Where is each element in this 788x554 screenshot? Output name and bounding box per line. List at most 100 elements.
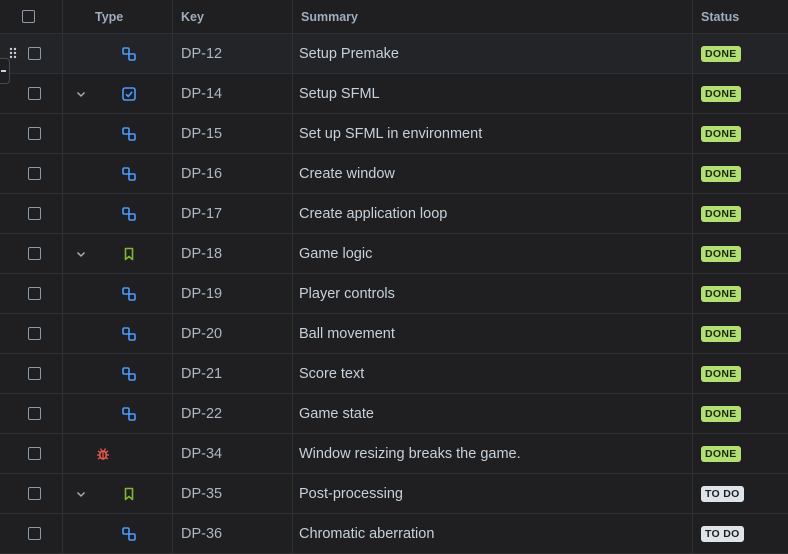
issue-key[interactable]: DP-35 bbox=[173, 474, 293, 513]
select-cell bbox=[0, 474, 63, 513]
row-checkbox[interactable] bbox=[27, 287, 41, 300]
status-cell: DONE bbox=[693, 114, 788, 153]
table-row[interactable]: DP-16 Create window DONE bbox=[0, 154, 788, 194]
status-cell: DONE bbox=[693, 194, 788, 233]
issue-summary[interactable]: Game logic bbox=[293, 234, 693, 273]
select-cell bbox=[0, 234, 63, 273]
issue-summary[interactable]: Set up SFML in environment bbox=[293, 114, 693, 153]
issue-key[interactable]: DP-17 bbox=[173, 194, 293, 233]
table-row[interactable]: DP-34 Window resizing breaks the game. D… bbox=[0, 434, 788, 474]
row-checkbox[interactable] bbox=[27, 407, 41, 420]
subtask-icon bbox=[122, 167, 136, 181]
status-badge[interactable]: DONE bbox=[701, 85, 741, 102]
issue-key[interactable]: DP-15 bbox=[173, 114, 293, 153]
status-badge[interactable]: DONE bbox=[701, 125, 741, 142]
type-cell bbox=[63, 394, 173, 433]
issue-summary[interactable]: Ball movement bbox=[293, 314, 693, 353]
select-cell bbox=[0, 394, 63, 433]
issue-key[interactable]: DP-21 bbox=[173, 354, 293, 393]
issue-key[interactable]: DP-12 bbox=[173, 34, 293, 73]
status-cell: DONE bbox=[693, 74, 788, 113]
type-cell bbox=[63, 354, 173, 393]
status-cell: TO DO bbox=[693, 514, 788, 553]
issue-summary[interactable]: Setup Premake bbox=[293, 34, 693, 73]
issue-summary[interactable]: Post-processing bbox=[293, 474, 693, 513]
select-all-cell bbox=[0, 0, 63, 33]
status-cell: DONE bbox=[693, 314, 788, 353]
status-badge[interactable]: DONE bbox=[701, 365, 741, 382]
row-checkbox[interactable] bbox=[27, 127, 41, 140]
table-row[interactable]: DP-18 Game logic DONE bbox=[0, 234, 788, 274]
issue-key[interactable]: DP-22 bbox=[173, 394, 293, 433]
subtask-icon bbox=[122, 367, 136, 381]
status-badge[interactable]: DONE bbox=[701, 285, 741, 302]
row-checkbox[interactable] bbox=[27, 327, 41, 340]
status-cell: DONE bbox=[693, 34, 788, 73]
select-cell bbox=[0, 114, 63, 153]
type-cell bbox=[63, 474, 173, 513]
status-badge[interactable]: DONE bbox=[701, 445, 741, 462]
table-row[interactable]: DP-21 Score text DONE bbox=[0, 354, 788, 394]
subtask-icon bbox=[122, 207, 136, 221]
status-badge[interactable]: DONE bbox=[701, 205, 741, 222]
table-row[interactable]: DP-12 Setup Premake DONE bbox=[0, 34, 788, 74]
row-checkbox[interactable] bbox=[27, 207, 41, 220]
status-badge[interactable]: DONE bbox=[701, 165, 741, 182]
story-icon bbox=[122, 487, 136, 501]
row-checkbox[interactable] bbox=[27, 527, 41, 540]
status-badge[interactable]: DONE bbox=[701, 405, 741, 422]
status-badge[interactable]: TO DO bbox=[701, 525, 744, 542]
table-row[interactable]: DP-22 Game state DONE bbox=[0, 394, 788, 434]
table-row[interactable]: DP-15 Set up SFML in environment DONE bbox=[0, 114, 788, 154]
issue-summary[interactable]: Player controls bbox=[293, 274, 693, 313]
chevron-down-icon[interactable] bbox=[75, 248, 87, 260]
column-header-key[interactable]: Key bbox=[173, 0, 293, 33]
issue-key[interactable]: DP-34 bbox=[173, 434, 293, 473]
collapse-panel-handle[interactable] bbox=[0, 58, 10, 84]
issue-key[interactable]: DP-18 bbox=[173, 234, 293, 273]
issue-key[interactable]: DP-14 bbox=[173, 74, 293, 113]
issue-summary[interactable]: Create application loop bbox=[293, 194, 693, 233]
type-cell bbox=[63, 234, 173, 273]
issue-key[interactable]: DP-16 bbox=[173, 154, 293, 193]
issue-summary[interactable]: Score text bbox=[293, 354, 693, 393]
status-badge[interactable]: DONE bbox=[701, 45, 741, 62]
row-checkbox[interactable] bbox=[27, 47, 41, 60]
row-checkbox[interactable] bbox=[27, 447, 41, 460]
status-badge[interactable]: DONE bbox=[701, 325, 741, 342]
issue-summary[interactable]: Chromatic aberration bbox=[293, 514, 693, 553]
drag-handle-icon[interactable] bbox=[9, 47, 17, 59]
select-all-checkbox[interactable] bbox=[21, 10, 35, 23]
chevron-down-icon[interactable] bbox=[75, 488, 87, 500]
column-header-summary[interactable]: Summary bbox=[293, 0, 693, 33]
issue-summary[interactable]: Setup SFML bbox=[293, 74, 693, 113]
column-header-status[interactable]: Status bbox=[693, 0, 788, 33]
table-header: Type Key Summary Status bbox=[0, 0, 788, 34]
row-checkbox[interactable] bbox=[27, 247, 41, 260]
issue-summary[interactable]: Window resizing breaks the game. bbox=[293, 434, 693, 473]
row-checkbox[interactable] bbox=[27, 487, 41, 500]
row-checkbox[interactable] bbox=[27, 367, 41, 380]
chevron-down-icon[interactable] bbox=[75, 88, 87, 100]
table-row[interactable]: DP-20 Ball movement DONE bbox=[0, 314, 788, 354]
issue-key[interactable]: DP-20 bbox=[173, 314, 293, 353]
issue-summary[interactable]: Game state bbox=[293, 394, 693, 433]
bug-icon bbox=[96, 447, 110, 461]
row-checkbox[interactable] bbox=[27, 87, 41, 100]
table-row[interactable]: DP-17 Create application loop DONE bbox=[0, 194, 788, 234]
table-row[interactable]: DP-19 Player controls DONE bbox=[0, 274, 788, 314]
issue-key[interactable]: DP-19 bbox=[173, 274, 293, 313]
row-checkbox[interactable] bbox=[27, 167, 41, 180]
issue-key[interactable]: DP-36 bbox=[173, 514, 293, 553]
subtask-icon bbox=[122, 327, 136, 341]
column-header-type[interactable]: Type bbox=[63, 0, 173, 33]
status-badge[interactable]: TO DO bbox=[701, 485, 744, 502]
table-row[interactable]: DP-14 Setup SFML DONE bbox=[0, 74, 788, 114]
status-cell: TO DO bbox=[693, 474, 788, 513]
status-badge[interactable]: DONE bbox=[701, 245, 741, 262]
issue-summary[interactable]: Create window bbox=[293, 154, 693, 193]
type-cell bbox=[63, 514, 173, 553]
table-row[interactable]: DP-36 Chromatic aberration TO DO bbox=[0, 514, 788, 554]
select-cell bbox=[0, 194, 63, 233]
table-row[interactable]: DP-35 Post-processing TO DO bbox=[0, 474, 788, 514]
